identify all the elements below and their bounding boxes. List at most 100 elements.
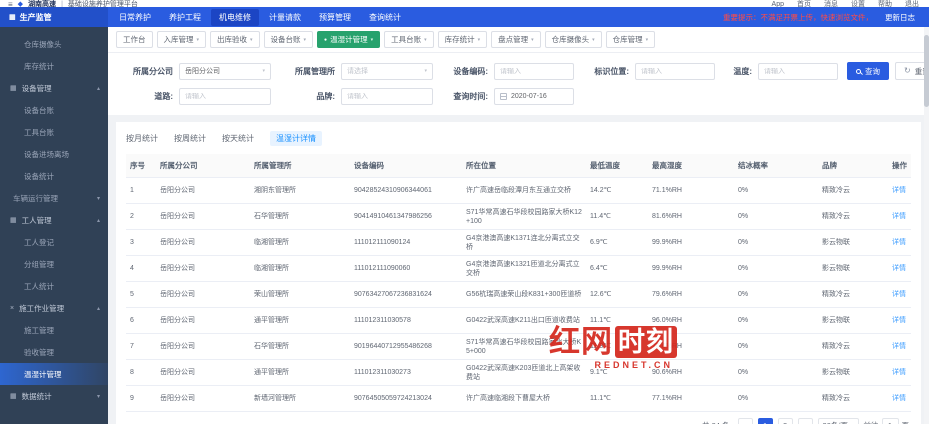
detail-link[interactable]: 详情	[888, 204, 911, 230]
subtab-1[interactable]: 按周统计	[174, 131, 206, 146]
tab-label: 出库验收	[217, 34, 247, 45]
filter-group-1-1: 所属管理所请选择▾	[280, 63, 433, 80]
cell-office: 石华管理所	[250, 204, 350, 230]
filter-input[interactable]	[185, 93, 265, 100]
vertical-scrollbar[interactable]	[924, 27, 929, 424]
cell-office: 通平管理所	[250, 308, 350, 334]
cell-device-code: 90196440712955486268	[350, 334, 462, 360]
sidebar-item-12[interactable]: ×施工作业管理▴	[0, 297, 108, 319]
filter-group-2-1: 品牌:	[280, 88, 433, 105]
nav-item-3[interactable]: 计量请款	[261, 9, 309, 26]
chevron-down-icon: ▾	[646, 37, 649, 43]
sidebar-item-10[interactable]: 分组管理	[0, 253, 108, 275]
nav-item-0[interactable]: 日常养护	[111, 9, 159, 26]
detail-link[interactable]: 详情	[888, 256, 911, 282]
detail-link[interactable]: 详情	[888, 282, 911, 308]
sidebar-item-13[interactable]: 施工管理	[0, 319, 108, 341]
subtab-0[interactable]: 按月统计	[126, 131, 158, 146]
filter-control[interactable]	[635, 63, 715, 80]
filter-control[interactable]	[494, 63, 574, 80]
sidebar-group-icon: ▦	[10, 216, 17, 224]
select-value: 岳阳分公司	[185, 66, 220, 76]
detail-link[interactable]: 详情	[888, 334, 911, 360]
subtab-3[interactable]: 温湿计详情	[270, 131, 322, 146]
tab-7[interactable]: 盘点管理▾	[491, 31, 541, 48]
date-picker[interactable]: 2020-07-16	[494, 88, 574, 105]
cell-office: 石华管理所	[250, 334, 350, 360]
tab-1[interactable]: 入库管理▾	[157, 31, 207, 48]
nav-item-5[interactable]: 查询统计	[361, 9, 409, 26]
jump-suffix: 页	[902, 420, 910, 424]
cell-no: 9	[126, 386, 156, 412]
tab-9[interactable]: 仓库管理▾	[606, 31, 656, 48]
search-button-label: 查询	[865, 66, 880, 77]
pagination-next-button[interactable]: ›	[798, 418, 813, 424]
sidebar-item-7[interactable]: 车辆运行管理▾	[0, 187, 108, 209]
detail-link[interactable]: 详情	[888, 178, 911, 204]
search-button[interactable]: 查询	[847, 62, 889, 80]
column-header-5: 最低温度	[586, 154, 648, 178]
jump-page-input[interactable]	[882, 418, 899, 424]
filter-input[interactable]	[347, 93, 427, 100]
scrollbar-thumb[interactable]	[924, 35, 929, 107]
pagination-prev-button[interactable]: ‹	[738, 418, 753, 424]
filter-control[interactable]	[758, 63, 838, 80]
tab-8[interactable]: 仓库摄像头▾	[545, 31, 602, 48]
filter-input[interactable]	[500, 68, 568, 75]
detail-link[interactable]: 详情	[888, 230, 911, 256]
page-size-select[interactable]: 20条/页 ▾	[818, 418, 859, 424]
tab-5[interactable]: 工具台账▾	[384, 31, 434, 48]
sidebar-item-9[interactable]: 工人登记	[0, 231, 108, 253]
nav-module-production[interactable]: ▦ 生产监管	[0, 7, 108, 27]
sidebar-item-6[interactable]: 设备统计	[0, 165, 108, 187]
tab-3[interactable]: 设备台账▾	[264, 31, 314, 48]
filter-control[interactable]	[341, 88, 433, 105]
sidebar-item-5[interactable]: 设备进场离场	[0, 143, 108, 165]
subtab-2[interactable]: 按天统计	[222, 131, 254, 146]
cell-company: 岳阳分公司	[156, 386, 250, 412]
tab-2[interactable]: 出库验收▾	[210, 31, 260, 48]
detail-link[interactable]: 详情	[888, 360, 911, 386]
pagination-page-1[interactable]: 1	[758, 418, 773, 424]
nav-item-1[interactable]: 养护工程	[161, 9, 209, 26]
tab-4[interactable]: ●温湿计管理▾	[317, 31, 380, 48]
nav-item-2[interactable]: 机电维修	[211, 9, 259, 26]
cell-max-humidity: 99.9%RH	[648, 256, 734, 282]
sidebar-item-label: 数据统计	[22, 391, 52, 402]
filter-select[interactable]: 岳阳分公司▾	[179, 63, 271, 80]
cell-location: G4京港澳高速K1371连北分离式立交桥	[462, 230, 586, 256]
sidebar-item-11[interactable]: 工人统计	[0, 275, 108, 297]
sidebar-item-14[interactable]: 验收管理	[0, 341, 108, 363]
tab-0[interactable]: 工作台	[116, 31, 153, 48]
sidebar-item-2[interactable]: ▦设备管理▴	[0, 77, 108, 99]
sidebar-item-3[interactable]: 设备台账	[0, 99, 108, 121]
sidebar-item-8[interactable]: ▦工人管理▴	[0, 209, 108, 231]
nav-item-4[interactable]: 预算管理	[311, 9, 359, 26]
detail-link[interactable]: 详情	[888, 308, 911, 334]
filter-input[interactable]	[764, 68, 832, 75]
filter-input[interactable]	[641, 68, 709, 75]
sidebar-item-4[interactable]: 工具台账	[0, 121, 108, 143]
sidebar-item-15[interactable]: 温湿计管理	[0, 363, 108, 385]
sidebar-item-label: 设备台账	[24, 105, 54, 116]
update-log-link[interactable]: 更新日志	[885, 12, 915, 23]
sidebar-item-label: 施工作业管理	[19, 303, 64, 314]
filter-select[interactable]: 请选择▾	[341, 63, 433, 80]
chevron-down-icon: ▾	[304, 37, 307, 43]
tab-6[interactable]: 库存统计▾	[438, 31, 488, 48]
sidebar-item-label: 施工管理	[24, 325, 54, 336]
sidebar-item-1[interactable]: 库存统计	[0, 55, 108, 77]
pagination-page-2[interactable]: 2	[778, 418, 793, 424]
layout: 仓库摄像头库存统计▦设备管理▴ 设备台账工具台账设备进场离场设备统计车辆运行管理▾…	[0, 27, 929, 424]
filter-group-2-0: 道路:	[118, 88, 271, 105]
cell-brand: 影云物联	[818, 256, 888, 282]
cell-ice-probability: 0%	[734, 308, 818, 334]
detail-link[interactable]: 详情	[888, 386, 911, 412]
pagination-pages: 12	[758, 418, 793, 424]
cell-brand: 精致冷云	[818, 282, 888, 308]
sidebar-item-16[interactable]: ▦数据统计▾	[0, 385, 108, 407]
cell-brand: 影云物联	[818, 308, 888, 334]
filter-control[interactable]	[179, 88, 271, 105]
sidebar-item-0[interactable]: 仓库摄像头	[0, 33, 108, 55]
cell-location: G0422武深高速K203匝道北上高架收费站	[462, 360, 586, 386]
